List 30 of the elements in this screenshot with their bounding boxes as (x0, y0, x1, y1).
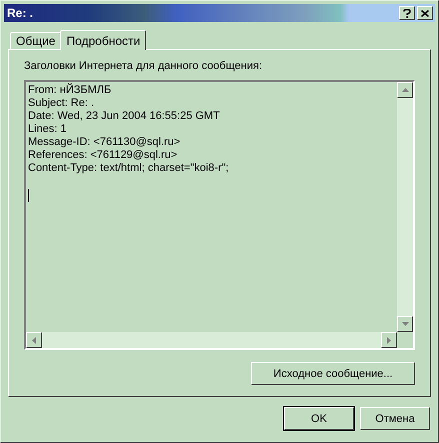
help-button[interactable] (399, 6, 415, 20)
close-icon (421, 10, 429, 16)
tab[interactable]: Общие (10, 32, 62, 49)
scroll-up-button[interactable] (397, 82, 413, 98)
dialog-button[interactable]: OK (284, 407, 354, 430)
right-arrow-icon (387, 336, 391, 344)
headers-text-area[interactable]: From: нЙЗБМЛБ Subject: Re: . Date: Wed, 23 Jun 2004 16:55:25 GMT Lines: 1 Message-ID: <761130@sql.ru> References: <761129@sql.ru> Content-Type: text/html; charset="koi8-r"; (24, 80, 415, 350)
scroll-right-button[interactable] (381, 332, 397, 348)
header-line: Date: Wed, 23 Jun 2004 16:55:25 GMT (28, 110, 221, 123)
help-icon (403, 8, 411, 18)
text-caret (28, 189, 29, 202)
tab[interactable]: Подробности (60, 30, 146, 50)
header-line: Lines: 1 (28, 123, 68, 136)
left-arrow-icon (32, 336, 36, 344)
source-message-button[interactable]: Исходное сообщение... (251, 362, 415, 385)
header-line: Message-ID: <761130@sql.ru> (28, 136, 182, 149)
header-line: Content-Type: text/html; charset="koi8-r"; (28, 162, 230, 175)
headers-label: Заголовки Интернета для данного сообщения: (24, 60, 264, 72)
horizontal-scrollbar[interactable] (26, 332, 397, 348)
up-arrow-icon (402, 88, 408, 92)
header-line: Subject: Re: . (28, 97, 96, 110)
scroll-left-button[interactable] (26, 332, 42, 348)
dialog-button[interactable]: Отмена (360, 407, 430, 430)
close-button[interactable] (417, 6, 433, 20)
header-line: References: <761129@sql.ru> (28, 149, 178, 162)
vertical-scrollbar[interactable] (397, 82, 413, 332)
scroll-down-button[interactable] (397, 316, 413, 332)
header-line: From: нЙЗБМЛБ (28, 84, 112, 97)
down-arrow-icon (402, 322, 408, 326)
window-title: Re: . (7, 6, 34, 20)
